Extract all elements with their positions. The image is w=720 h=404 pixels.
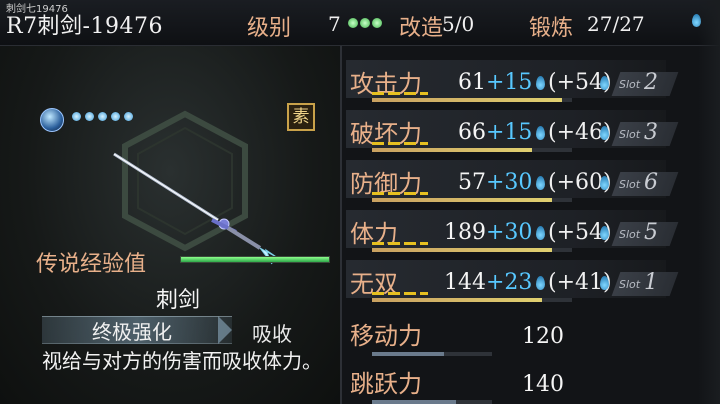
- stat-bonus-value: +30: [486, 220, 533, 245]
- stat-bar: [372, 198, 572, 202]
- gem-icon: [372, 18, 382, 28]
- slot-label: Slot: [619, 78, 641, 91]
- stat-underline: [372, 292, 428, 295]
- header-bar: 刺剑七19476 R7刺剑-19476 级别 7 改造 5/0 锻炼 27/27: [0, 0, 720, 46]
- stat-underline: [372, 192, 428, 195]
- stat-bonus-value: +30: [486, 170, 533, 195]
- stat-bar: [372, 400, 492, 404]
- stats-panel: 攻击力 61 +15 (+54) Slot 2 破坏力 66 +15 (+46)…: [342, 46, 720, 404]
- weapon-panel: 素 传说经验值 刺剑 终极强化 吸收 视给与对方的伤害而吸收体力。: [0, 46, 340, 404]
- stat-row[interactable]: 无双 144 +23 (+41) Slot 1: [342, 254, 720, 304]
- stat-underline: [372, 92, 428, 95]
- drop-icon: [536, 126, 545, 140]
- stat-bar-fill: [372, 400, 456, 404]
- drop-icon: [600, 76, 609, 90]
- gem-icon: [360, 18, 370, 28]
- skill-tag: 吸收: [252, 322, 292, 346]
- stat-label: 跳跃力: [350, 370, 422, 398]
- drop-icon: [536, 176, 545, 190]
- stat-bar-fill: [372, 298, 542, 302]
- mod-value: 5/0: [442, 12, 475, 36]
- element-orb-icon: [40, 108, 64, 132]
- stat-base-value: 189: [444, 220, 486, 245]
- edge-shade: [698, 0, 720, 404]
- stat-bonus-value: +15: [486, 70, 533, 95]
- stat-bar: [372, 298, 572, 302]
- stat-row[interactable]: 破坏力 66 +15 (+46) Slot 3: [342, 104, 720, 154]
- exp-bar: [180, 256, 330, 263]
- weapon-title: R7刺剑-19476: [6, 14, 163, 39]
- slot-number: 2: [644, 70, 658, 95]
- stat-value: 120: [522, 324, 564, 349]
- stat-label: 移动力: [350, 322, 422, 350]
- stat-bonus-value: +15: [486, 120, 533, 145]
- stat-row[interactable]: 体力 189 +30 (+54) Slot 5: [342, 204, 720, 254]
- slot-number: 3: [644, 120, 658, 145]
- gem-icon: [348, 18, 358, 28]
- slot-number: 1: [644, 270, 658, 295]
- forge-value: 27/27: [587, 12, 645, 36]
- slot-label: Slot: [619, 178, 641, 191]
- slot-label: Slot: [619, 128, 641, 141]
- mod-label: 改造: [399, 16, 444, 41]
- simple-stat-row[interactable]: 移动力 120: [342, 306, 720, 356]
- stat-bar-fill: [372, 248, 552, 252]
- stat-row[interactable]: 攻击力 61 +15 (+54) Slot 2: [342, 54, 720, 104]
- skill-description: 视给与对方的伤害而吸收体力。: [42, 349, 322, 373]
- drop-icon: [600, 176, 609, 190]
- exp-bar-fill: [181, 257, 329, 262]
- stat-underline: [372, 142, 428, 145]
- drop-icon: [536, 276, 545, 290]
- drop-icon: [536, 76, 545, 90]
- stat-bar-fill: [372, 198, 552, 202]
- slot-label: Slot: [619, 228, 641, 241]
- slot-number: 5: [644, 220, 658, 245]
- slot-label: Slot: [619, 278, 641, 291]
- stat-base-value: 57: [458, 170, 486, 195]
- forge-label: 锻炼: [529, 16, 574, 41]
- rank-dot-icon: [98, 112, 107, 121]
- rank-dots: [72, 112, 133, 121]
- level-label: 级别: [247, 16, 292, 41]
- weapon-name: 刺剑: [156, 288, 201, 313]
- stat-bar: [372, 148, 572, 152]
- stat-bar: [372, 98, 572, 102]
- stat-base-value: 144: [444, 270, 486, 295]
- exp-label: 传说经验值: [36, 252, 147, 277]
- drop-icon: [600, 226, 609, 240]
- stat-value: 140: [522, 372, 564, 397]
- stat-bonus-value: +23: [486, 270, 533, 295]
- rank-dot-icon: [85, 112, 94, 121]
- stat-bar: [372, 248, 572, 252]
- stat-bar-fill: [372, 148, 532, 152]
- level-gems: [348, 18, 382, 28]
- rank-dot-icon: [72, 112, 81, 121]
- level-value: 7: [328, 12, 341, 36]
- arrow-right-icon: [218, 316, 232, 344]
- simple-stat-row[interactable]: 跳跃力 140: [342, 354, 720, 404]
- stat-bar-fill: [372, 98, 562, 102]
- drop-icon: [600, 126, 609, 140]
- stat-row[interactable]: 防御力 57 +30 (+60) Slot 6: [342, 154, 720, 204]
- skill-name: 终极强化: [92, 320, 172, 344]
- rank-dot-icon: [111, 112, 120, 121]
- drop-icon: [600, 276, 609, 290]
- stat-base-value: 61: [458, 70, 486, 95]
- rank-dot-icon: [124, 112, 133, 121]
- drop-icon: [536, 226, 545, 240]
- slot-number: 6: [644, 170, 658, 195]
- stat-underline: [372, 242, 428, 245]
- stat-base-value: 66: [458, 120, 486, 145]
